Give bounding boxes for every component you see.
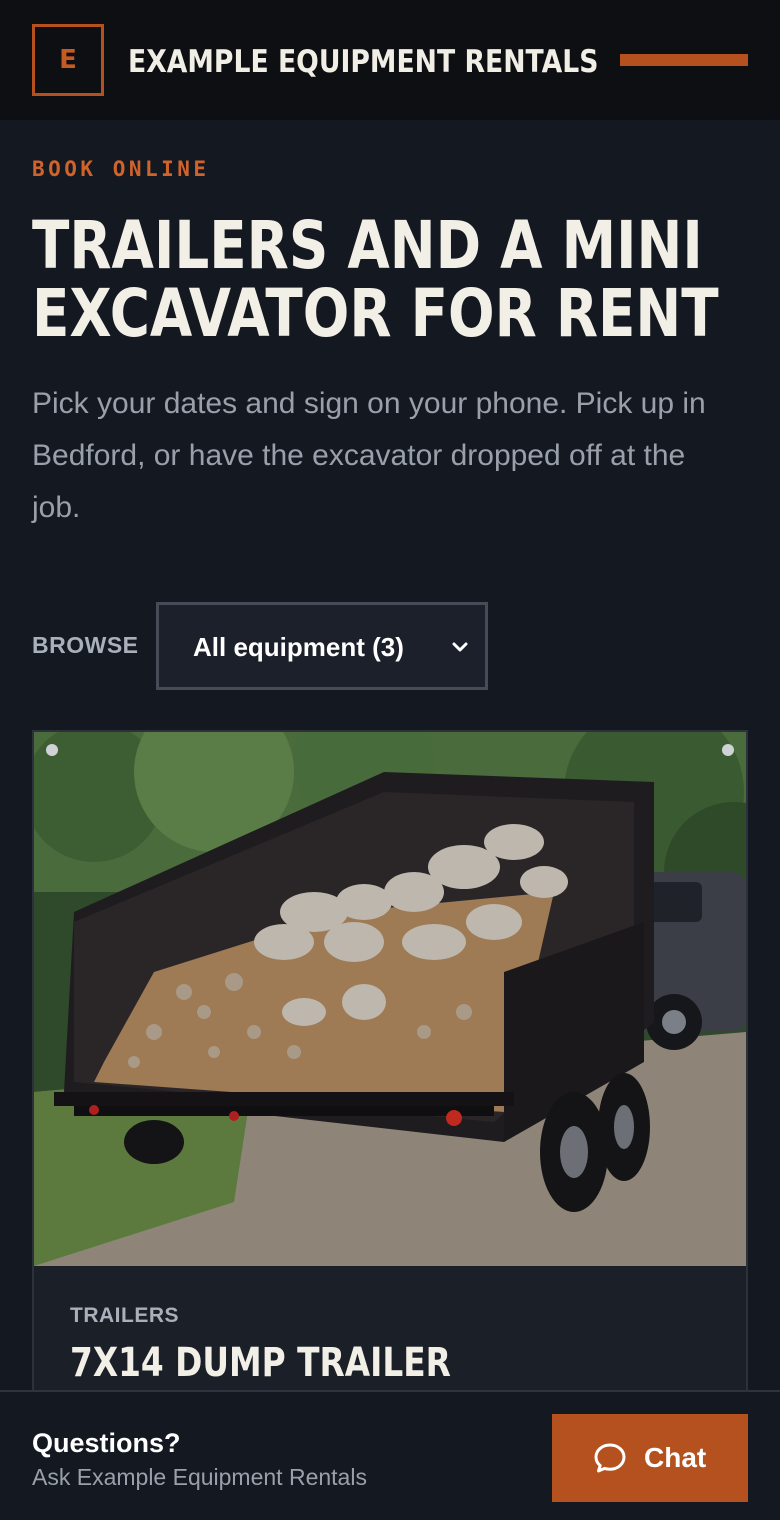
card-title[interactable]: 7X14 DUMP TRAILER: [70, 1338, 595, 1388]
chat-label: Chat: [644, 1442, 707, 1473]
hero-eyebrow: BOOK ONLINE: [32, 157, 210, 181]
contact-bar: Questions? Ask Example Equipment Rentals…: [0, 1390, 780, 1520]
chevron-down-icon: [452, 642, 468, 652]
dump-trailer-photo[interactable]: [34, 732, 746, 1266]
hero-subtitle: Pick your dates and sign on your phone. …: [32, 387, 706, 524]
browse-label: BROWSE: [32, 632, 139, 658]
brand-name[interactable]: EXAMPLE EQUIPMENT RENTALS: [128, 40, 598, 84]
trailer-illustration: [34, 732, 746, 1266]
image-corner-dot: [722, 744, 734, 756]
image-corner-dot: [46, 744, 58, 756]
chat-button[interactable]: Chat: [552, 1414, 748, 1502]
chat-bubble-icon: [594, 1443, 626, 1473]
menu-bar-icon[interactable]: [620, 54, 748, 66]
card-category: TRAILERS: [70, 1304, 179, 1327]
logo-mark[interactable]: E: [32, 24, 104, 96]
select-value: All equipment (3): [193, 632, 404, 662]
equipment-card[interactable]: TRAILERS 7X14 DUMP TRAILER: [32, 730, 748, 1430]
site-header: E EXAMPLE EQUIPMENT RENTALS: [0, 0, 780, 120]
page-title: TRAILERS AND A MINI EXCAVATOR FOR RENT: [32, 207, 719, 352]
equipment-filter-select[interactable]: All equipment (3): [156, 602, 488, 690]
contact-subtext: Ask Example Equipment Rentals: [32, 1464, 367, 1490]
page: E EXAMPLE EQUIPMENT RENTALS BOOK ONLINE …: [0, 0, 780, 1520]
contact-question: Questions?: [32, 1428, 181, 1458]
